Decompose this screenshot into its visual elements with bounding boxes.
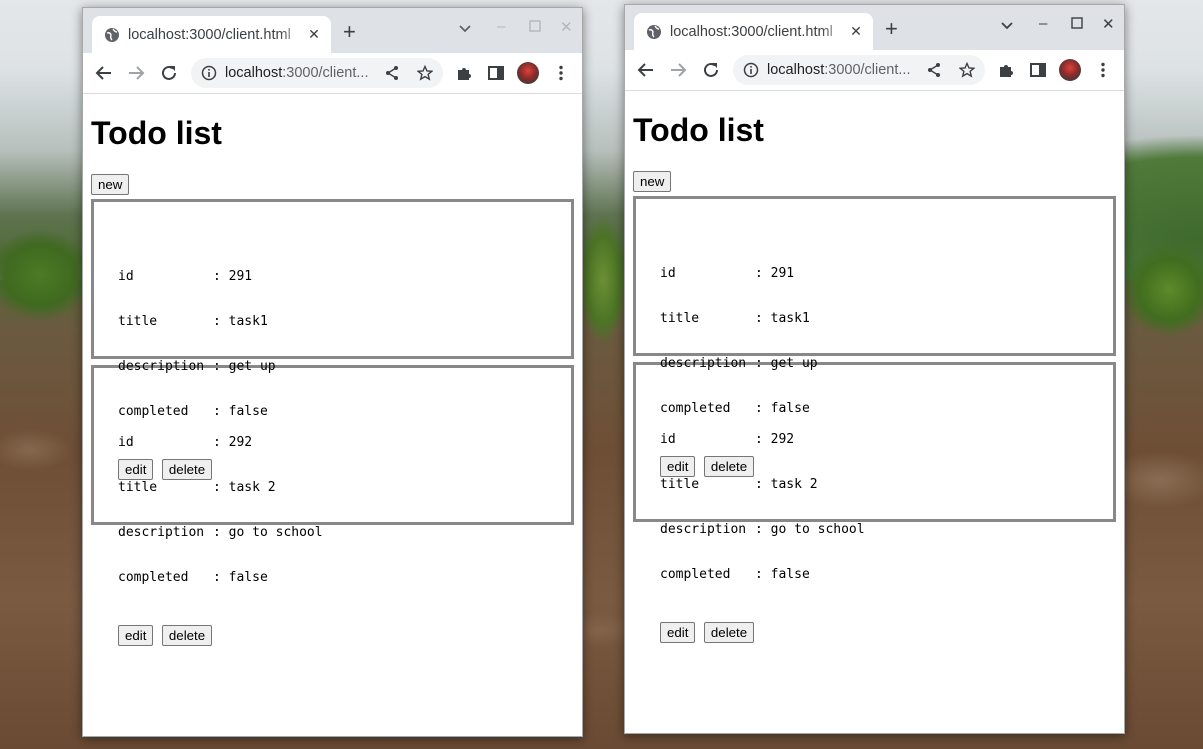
url-text: localhost:3000/client...	[225, 65, 369, 81]
field-value: get up	[770, 356, 818, 371]
chevron-down-icon[interactable]	[458, 21, 472, 39]
field-key: description	[118, 359, 205, 374]
field-key: description	[660, 356, 747, 371]
plus-icon[interactable]: +	[885, 18, 898, 40]
todo-card: id: 291 title: task1 description: get up…	[633, 196, 1116, 477]
field-value: task1	[228, 314, 268, 329]
field-key: title	[118, 480, 158, 495]
field-key: completed	[660, 401, 731, 416]
back-arrow-icon[interactable]	[95, 64, 113, 82]
star-icon[interactable]	[958, 61, 976, 78]
side-panel-icon[interactable]	[487, 64, 505, 82]
field-key: completed	[660, 567, 731, 582]
delete-button[interactable]: delete	[703, 622, 755, 643]
tab-title: localhost:3000/client.html	[670, 23, 833, 40]
browser-tab[interactable]: localhost:3000/client.html ✕	[634, 13, 873, 50]
browser-window-left: localhost:3000/client.html ✕ + – ✕ local…	[82, 7, 583, 737]
field-value: false	[770, 567, 810, 582]
page-title: Todo list	[633, 112, 764, 148]
new-todo-button[interactable]: new	[91, 174, 130, 195]
desktop-background-foliage	[0, 225, 82, 345]
browser-window-right: localhost:3000/client.html ✕ + – ✕ local…	[624, 4, 1125, 734]
edit-button[interactable]: edit	[660, 622, 696, 643]
puzzle-icon[interactable]	[455, 64, 473, 82]
plus-icon[interactable]: +	[343, 21, 356, 43]
info-icon[interactable]	[201, 65, 217, 81]
window-close-icon[interactable]: ✕	[560, 18, 573, 36]
share-icon[interactable]	[384, 65, 400, 81]
field-value: false	[770, 401, 810, 416]
minimize-icon[interactable]: –	[497, 18, 505, 35]
address-bar[interactable]: localhost:3000/client...	[733, 55, 985, 85]
close-icon[interactable]: ✕	[307, 27, 321, 41]
field-key: id	[118, 435, 134, 450]
field-value: task 2	[770, 477, 818, 492]
field-value: false	[228, 404, 268, 419]
url-text: localhost:3000/client...	[767, 62, 911, 78]
delete-button[interactable]: delete	[161, 625, 213, 646]
field-value: 291	[770, 266, 795, 281]
field-value: 292	[228, 435, 253, 450]
maximize-icon[interactable]	[529, 19, 541, 36]
maximize-icon[interactable]	[1071, 16, 1083, 33]
window-close-icon[interactable]: ✕	[1102, 15, 1115, 33]
address-bar[interactable]: localhost:3000/client...	[191, 58, 443, 88]
field-value: 291	[228, 269, 253, 284]
page-content: Todo list new id: 291 title: task1 descr…	[625, 91, 1124, 733]
field-value: get up	[228, 359, 276, 374]
field-value: false	[228, 570, 268, 585]
field-key: title	[660, 311, 700, 326]
field-value: go to school	[770, 522, 865, 537]
todo-card: id: 291 title: task1 description: get up…	[91, 199, 574, 480]
field-key: id	[660, 432, 676, 447]
page-content: Todo list new id: 291 title: task1 descr…	[83, 94, 582, 736]
field-key: description	[660, 522, 747, 537]
field-value: go to school	[228, 525, 323, 540]
field-value: task 2	[228, 480, 276, 495]
field-key: id	[660, 266, 676, 281]
field-value: task1	[770, 311, 810, 326]
avatar[interactable]	[1059, 59, 1081, 81]
field-key: completed	[118, 570, 189, 585]
tab-strip: localhost:3000/client.html ✕ + – ✕	[83, 8, 582, 53]
field-key: title	[118, 314, 158, 329]
field-key: description	[118, 525, 205, 540]
tab-strip: localhost:3000/client.html ✕ + – ✕	[625, 5, 1124, 50]
puzzle-icon[interactable]	[997, 61, 1015, 79]
forward-arrow-icon[interactable]	[127, 64, 145, 82]
back-arrow-icon[interactable]	[637, 61, 655, 79]
share-icon[interactable]	[926, 62, 942, 78]
forward-arrow-icon[interactable]	[669, 61, 687, 79]
tab-title: localhost:3000/client.html	[128, 26, 291, 43]
field-key: completed	[118, 404, 189, 419]
page-title: Todo list	[91, 115, 222, 151]
new-todo-button[interactable]: new	[633, 171, 672, 192]
avatar[interactable]	[517, 62, 539, 84]
kebab-menu-icon[interactable]	[1094, 61, 1112, 79]
side-panel-icon[interactable]	[1029, 61, 1047, 79]
kebab-menu-icon[interactable]	[552, 64, 570, 82]
browser-tab[interactable]: localhost:3000/client.html ✕	[92, 16, 331, 53]
globe-icon	[646, 24, 662, 40]
reload-icon[interactable]	[160, 64, 178, 82]
field-key: id	[118, 269, 134, 284]
todo-details: id: 292 title: task 2 description: go to…	[660, 432, 865, 582]
chevron-down-icon[interactable]	[1000, 18, 1014, 36]
field-value: 292	[770, 432, 795, 447]
browser-toolbar: localhost:3000/client...	[625, 50, 1124, 91]
todo-details: id: 292 title: task 2 description: go to…	[118, 435, 323, 585]
reload-icon[interactable]	[702, 61, 720, 79]
close-icon[interactable]: ✕	[849, 24, 863, 38]
edit-button[interactable]: edit	[118, 625, 154, 646]
info-icon[interactable]	[743, 62, 759, 78]
minimize-icon[interactable]: –	[1039, 15, 1047, 32]
field-key: title	[660, 477, 700, 492]
globe-icon	[104, 27, 120, 43]
star-icon[interactable]	[416, 64, 434, 81]
browser-toolbar: localhost:3000/client...	[83, 53, 582, 94]
